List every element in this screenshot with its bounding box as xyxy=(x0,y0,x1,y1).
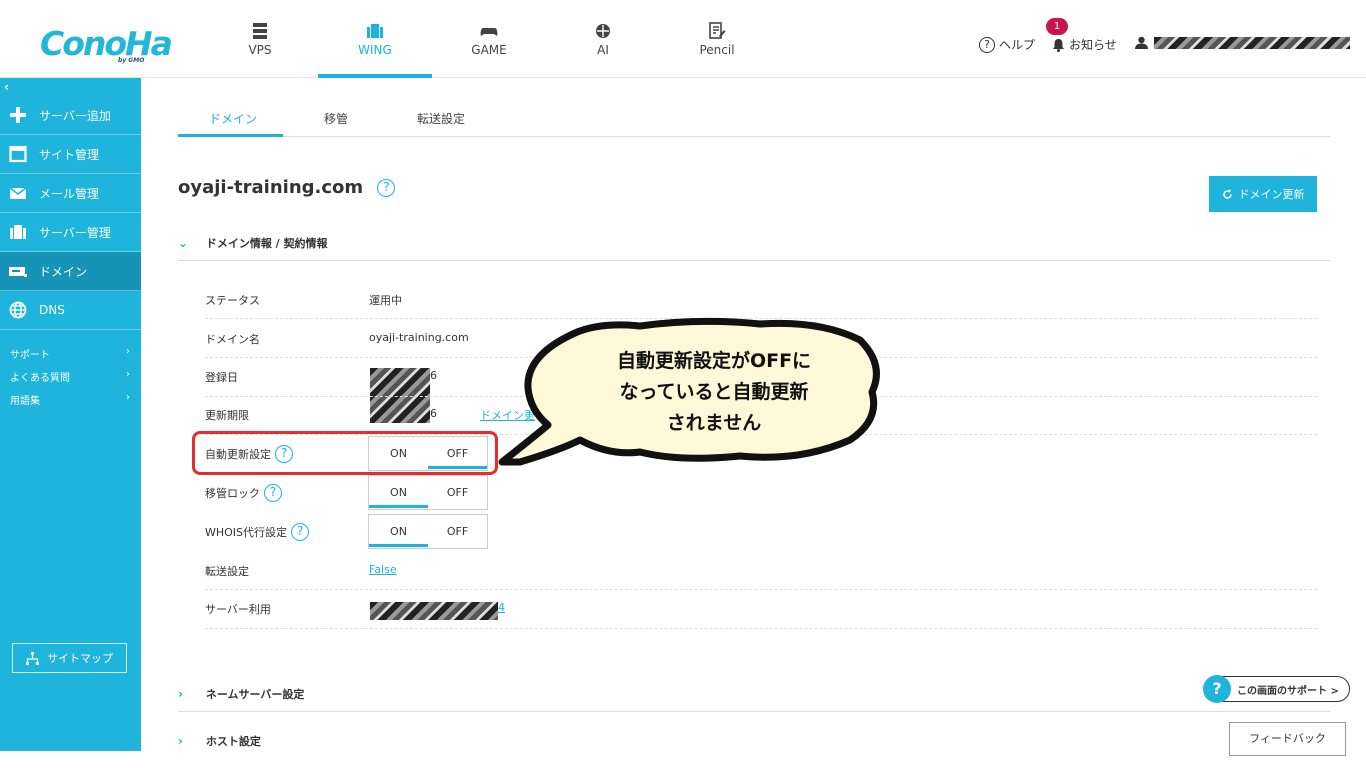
callout-text: 自動更新設定がOFFに なっていると自動更新 されません xyxy=(574,346,854,439)
callout-line-1: 自動更新設定がOFFに xyxy=(616,350,812,372)
callout-line-3: されません xyxy=(666,412,762,434)
callout-line-2: なっていると自動更新 xyxy=(619,381,809,403)
